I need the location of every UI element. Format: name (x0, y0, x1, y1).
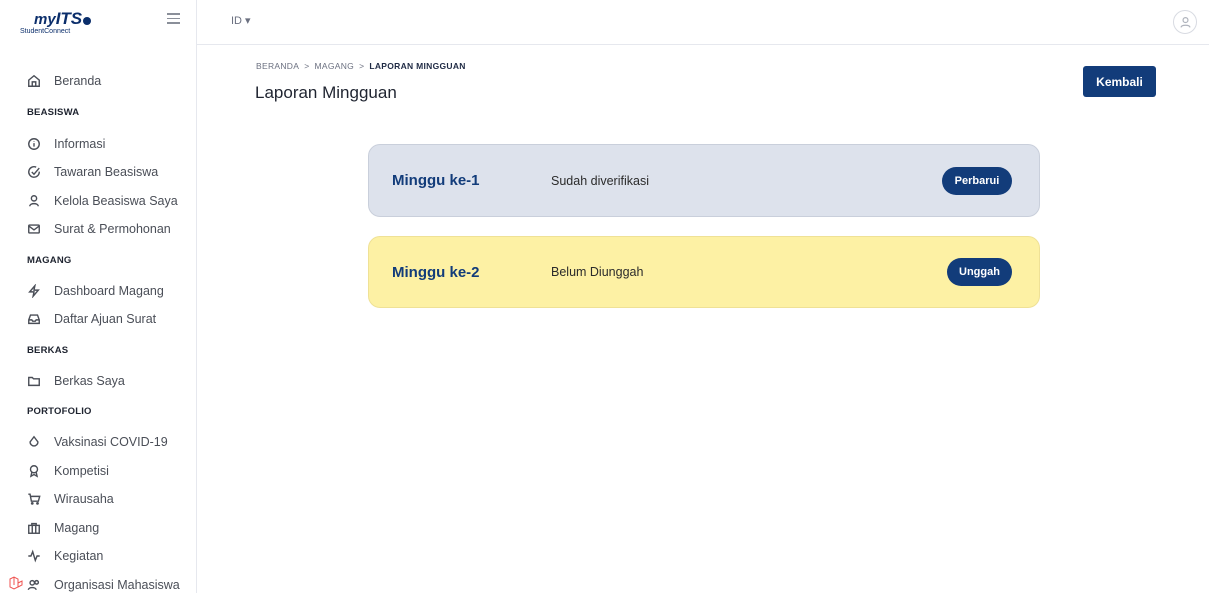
language-selector[interactable]: ID ▾ (231, 14, 251, 27)
page-title: Laporan Mingguan (255, 83, 397, 102)
sidebar-item-label: Organisasi Mahasiswa (54, 577, 180, 592)
droplet-icon (27, 435, 41, 449)
logo-text-my: my (34, 11, 56, 28)
award-icon (27, 464, 41, 478)
sidebar-item-daftar-ajuan-surat[interactable]: Daftar Ajuan Surat (0, 305, 196, 334)
cart-icon (27, 492, 41, 506)
sidebar-item-berkas-saya[interactable]: Berkas Saya (0, 367, 196, 396)
users-icon (27, 578, 41, 592)
logo-text-its: ITS (55, 9, 83, 28)
sidebar-section-portofolio: PORTOFOLIO (27, 406, 92, 417)
sidebar-section-beasiswa: BEASISWA (27, 107, 80, 118)
sidebar-item-organisasi-mahasiswa[interactable]: Organisasi Mahasiswa (0, 571, 196, 593)
sidebar-item-label: Kompetisi (54, 463, 109, 478)
info-icon (27, 137, 41, 151)
mail-icon (27, 222, 41, 236)
sidebar-section-magang: MAGANG (27, 254, 72, 266)
user-icon (27, 194, 41, 208)
sidebar-item-magang[interactable]: Magang (0, 514, 196, 543)
sidebar-item-label: Vaksinasi COVID-19 (54, 435, 168, 450)
sidebar-item-label: Informasi (54, 136, 106, 151)
sidebar-item-informasi[interactable]: Informasi (0, 130, 196, 159)
user-avatar-icon (1179, 16, 1191, 28)
laravel-logo-icon (9, 576, 23, 590)
sidebar-item-beranda[interactable]: Beranda (0, 67, 196, 96)
sidebar-section-berkas: BERKAS (27, 344, 69, 356)
hamburger-menu-icon[interactable] (167, 13, 180, 25)
back-button[interactable]: Kembali (1083, 66, 1156, 97)
sidebar-item-label: Daftar Ajuan Surat (54, 312, 157, 327)
sidebar: my ITS StudentConnect Beranda BEASISWA Info… (0, 0, 197, 593)
topbar: ID ▾ (197, 0, 1209, 45)
logo-mark-icon (83, 17, 92, 25)
sidebar-item-label: Kegiatan (54, 549, 104, 564)
sidebar-item-kompetisi[interactable]: Kompetisi (0, 457, 196, 486)
inbox-icon (27, 312, 41, 326)
sidebar-item-vaksinasi-covid-19[interactable]: Vaksinasi COVID-19 (0, 428, 196, 457)
update-button[interactable]: Perbarui (942, 166, 1012, 195)
sidebar-item-label: Dashboard Magang (54, 283, 164, 298)
report-status: Sudah diverifikasi (551, 173, 649, 188)
avatar[interactable] (1173, 10, 1197, 34)
report-status: Belum Diunggah (551, 265, 644, 279)
home-icon (27, 74, 41, 88)
sidebar-item-label: Surat & Permohonan (54, 222, 171, 237)
sidebar-item-label: Berkas Saya (54, 373, 125, 388)
breadcrumb-separator: > (359, 61, 365, 71)
breadcrumb-item-magang[interactable]: MAGANG (314, 61, 354, 71)
report-week-label: Minggu ke-1 (392, 172, 480, 189)
breadcrumb-current: LAPORAN MINGGUAN (369, 61, 466, 71)
activity-icon (27, 549, 41, 563)
sidebar-item-tawaran-beasiswa[interactable]: Tawaran Beasiswa (0, 158, 196, 187)
sidebar-item-label: Kelola Beasiswa Saya (54, 193, 178, 208)
check-circle-icon (27, 165, 41, 179)
logo-subtitle: StudentConnect (20, 28, 71, 35)
sidebar-menu: Beranda BEASISWA Informasi Tawaran Beasiswa… (0, 45, 196, 593)
upload-button[interactable]: Unggah (947, 258, 1012, 286)
building-icon (27, 521, 41, 535)
sidebar-item-kelola-beasiswa-saya[interactable]: Kelola Beasiswa Saya (0, 187, 196, 216)
myits-logo[interactable]: my ITS StudentConnect (20, 9, 92, 35)
report-card-week-1: Minggu ke-1 Sudah diverifikasi Perbarui (368, 144, 1040, 217)
zap-icon (27, 283, 41, 298)
breadcrumb-item-beranda[interactable]: BERANDA (256, 61, 299, 71)
sidebar-item-label: Beranda (54, 74, 102, 89)
sidebar-item-kegiatan[interactable]: Kegiatan (0, 542, 196, 571)
sidebar-item-label: Magang (54, 520, 100, 535)
breadcrumb: BERANDA > MAGANG > LAPORAN MINGGUAN (256, 61, 466, 71)
sidebar-item-dashboard-magang[interactable]: Dashboard Magang (0, 277, 196, 306)
sidebar-item-wirausaha[interactable]: Wirausaha (0, 485, 196, 514)
folder-icon (27, 374, 41, 388)
logo-area: my ITS StudentConnect (0, 0, 196, 45)
sidebar-item-label: Tawaran Beasiswa (54, 165, 159, 180)
breadcrumb-separator: > (304, 61, 310, 71)
report-card-week-2: Minggu ke-2 Belum Diunggah Unggah (368, 236, 1040, 308)
report-week-label: Minggu ke-2 (392, 263, 480, 281)
sidebar-item-label: Wirausaha (54, 492, 114, 507)
sidebar-item-surat-permohonan[interactable]: Surat & Permohonan (0, 215, 196, 244)
